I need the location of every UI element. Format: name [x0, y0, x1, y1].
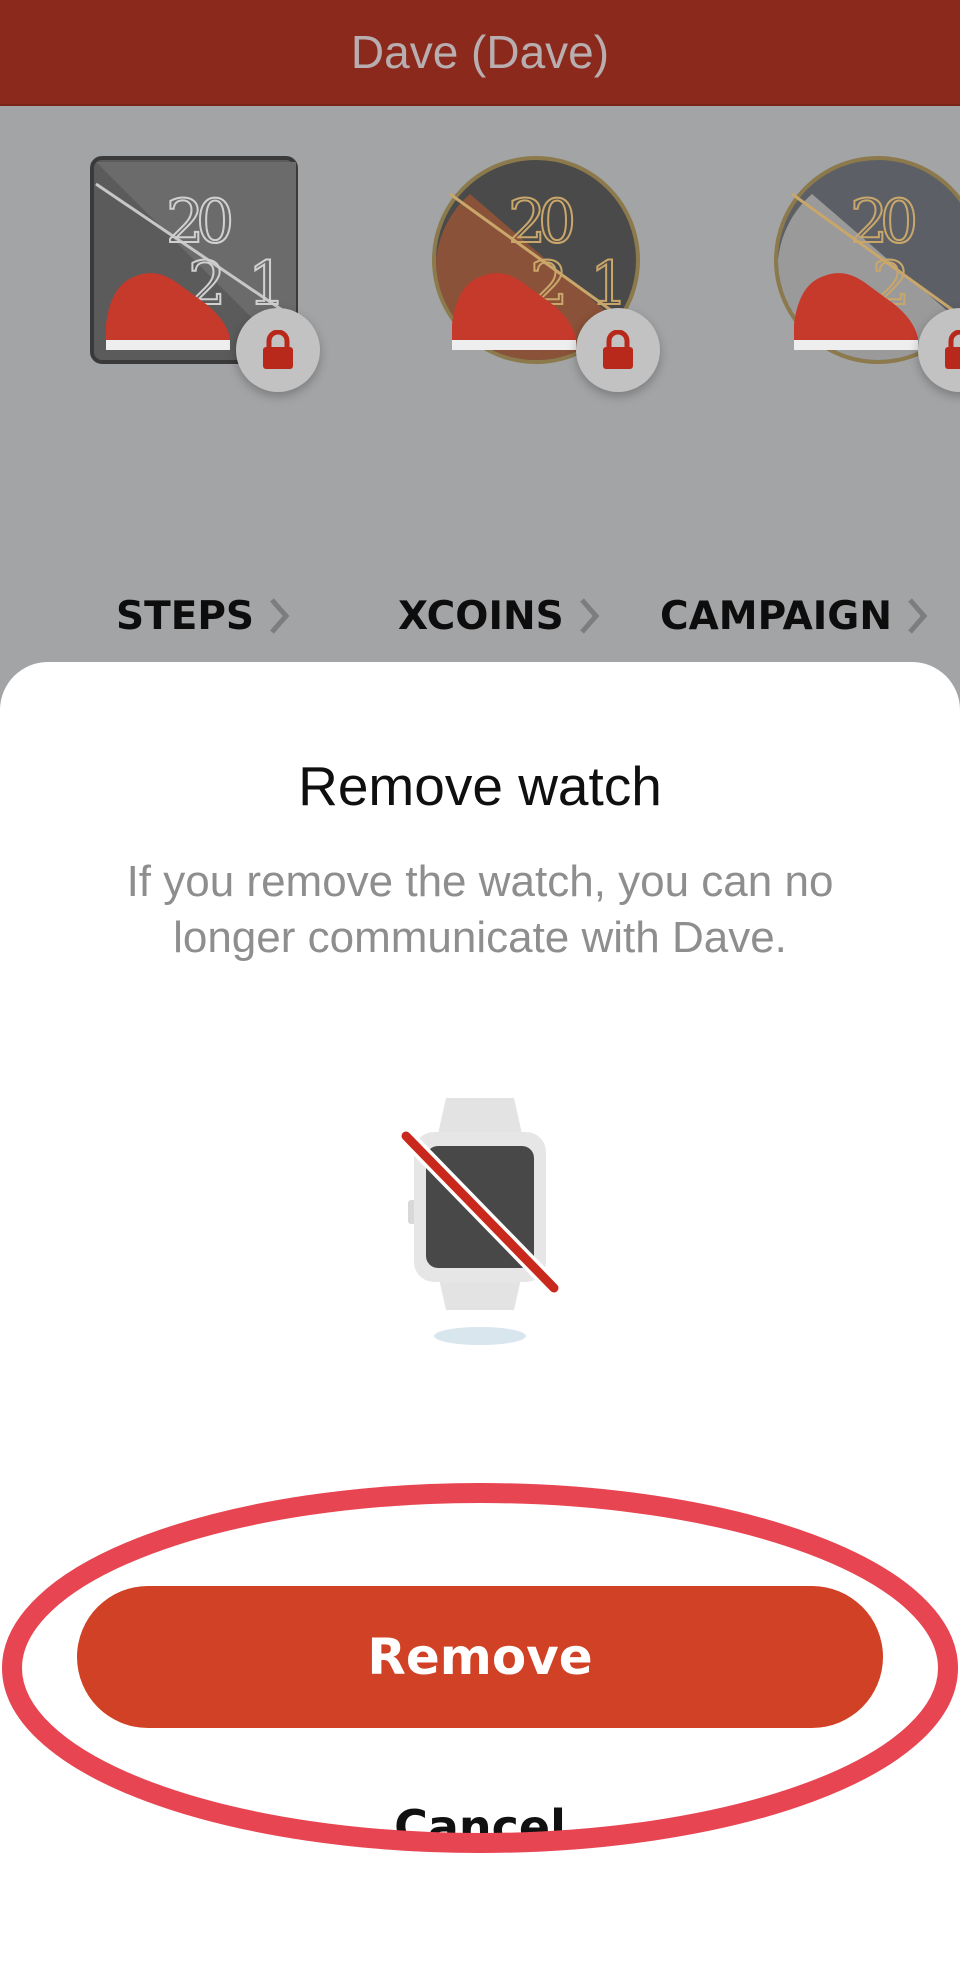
svg-text:0: 0	[538, 187, 576, 257]
tab-xcoins[interactable]: XCOINS	[398, 586, 600, 646]
tab-xcoins-label: XCOINS	[398, 593, 564, 639]
tab-steps[interactable]: STEPS	[116, 586, 290, 646]
dialog-description: If you remove the watch, you can no long…	[126, 857, 834, 962]
svg-text:0: 0	[196, 187, 234, 257]
stats-tabs: STEPS XCOINS CAMPAIGN	[0, 516, 960, 666]
cancel-button[interactable]: Cancel	[0, 1800, 960, 1834]
lock-icon	[236, 308, 320, 392]
chevron-right-icon	[270, 598, 290, 634]
remove-watch-sheet: Remove watch If you remove the watch, yo…	[0, 662, 960, 1962]
dialog-title: Remove watch	[298, 755, 662, 817]
steps-badge-bronze[interactable]: 2 0 2 1	[430, 154, 660, 392]
lock-icon	[576, 308, 660, 392]
page-title: Dave (Dave)	[350, 26, 610, 78]
steps-badge-silver[interactable]: 2 0 2	[772, 154, 960, 392]
watch-removed-icon	[396, 1092, 566, 1352]
steps-badge-square[interactable]: 2 0 2 1	[88, 154, 320, 392]
chevron-right-icon	[579, 598, 600, 634]
top-bar: Dave (Dave)	[0, 0, 960, 106]
remove-button[interactable]: Remove	[77, 1586, 883, 1728]
svg-text:0: 0	[880, 187, 918, 257]
tab-steps-label: STEPS	[116, 593, 255, 639]
tab-campaign-label: CAMPAIGN	[660, 593, 892, 639]
badge-carousel[interactable]: 2 0 2 1 2 0 2 1 2 0 2	[0, 106, 960, 516]
chevron-right-icon	[908, 598, 928, 634]
tab-campaign[interactable]: CAMPAIGN	[660, 586, 928, 646]
